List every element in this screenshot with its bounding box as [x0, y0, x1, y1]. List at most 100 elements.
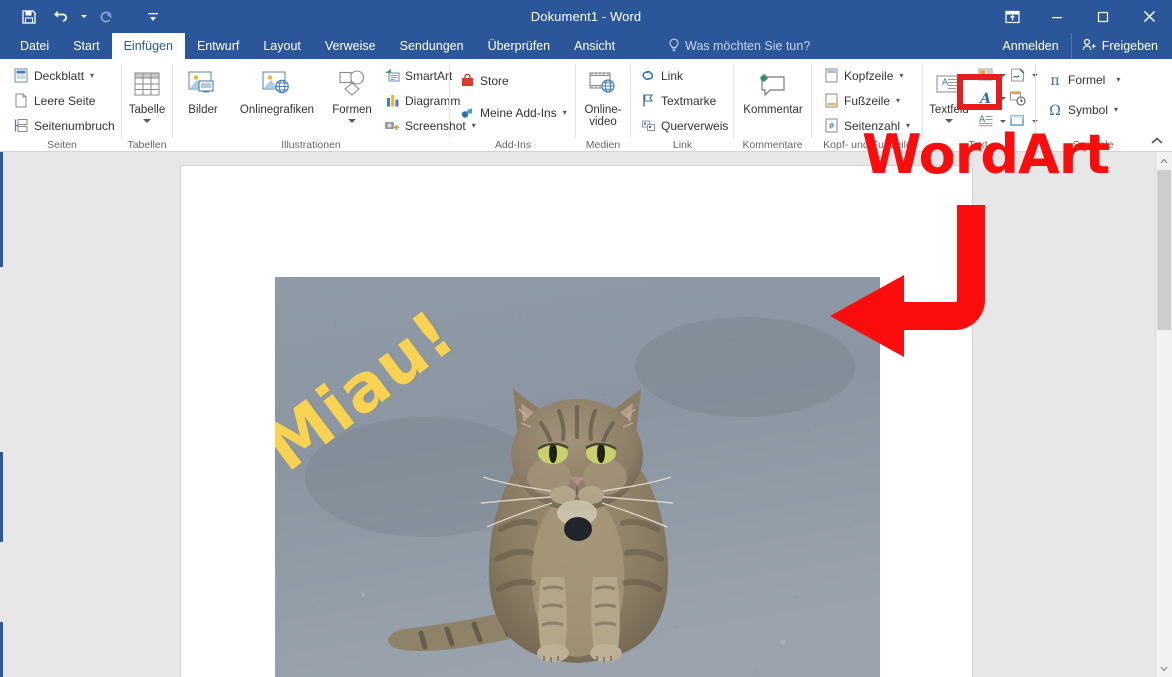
minimize-icon[interactable] [1034, 0, 1080, 33]
tab-verweise[interactable]: Verweise [313, 33, 388, 59]
header-icon [823, 68, 839, 84]
kopfzeile-button[interactable]: Kopfzeile ▾ [820, 64, 913, 87]
share-label: Freigeben [1102, 39, 1158, 53]
chevron-down-icon[interactable]: ▾ [1114, 105, 1118, 114]
chevron-down-icon[interactable]: ▾ [1116, 75, 1120, 84]
onlinevideo-button[interactable]: Online-video [574, 64, 632, 128]
formen-button[interactable]: Formen [325, 64, 379, 123]
share-button[interactable]: Freigeben [1071, 33, 1172, 59]
my-addins-icon [459, 105, 475, 121]
left-edge-scroll-strip[interactable] [0, 152, 4, 677]
screenshot-icon [384, 118, 400, 134]
tab-einfuegen[interactable]: Einfügen [112, 33, 185, 59]
inserted-picture[interactable]: Miau! [275, 277, 880, 677]
ribbon-tabs: Datei Start Einfügen Entwurf Layout Verw… [8, 33, 627, 59]
tabelle-button[interactable]: Tabelle [118, 64, 176, 123]
group-label-seiten: Seiten [4, 139, 120, 151]
group-label-addins: Add-Ins [452, 139, 574, 151]
online-pictures-icon [260, 67, 294, 101]
kommentar-button[interactable]: Kommentar [744, 64, 802, 116]
onlinegrafiken-label: Onlinegrafiken [240, 104, 314, 116]
store-button[interactable]: Store [456, 69, 570, 92]
bilder-button[interactable]: Bilder [177, 64, 229, 116]
deckblatt-label: Deckblatt [34, 69, 84, 83]
symbol-button[interactable]: Ω Symbol ▾ [1044, 98, 1123, 121]
leere-seite-button[interactable]: Leere Seite [10, 89, 118, 112]
chevron-down-icon[interactable]: ▾ [90, 71, 94, 80]
chevron-down-icon[interactable]: ▾ [563, 108, 567, 117]
store-icon [459, 73, 475, 89]
onlinegrafiken-button[interactable]: Onlinegrafiken [229, 64, 325, 116]
svg-text:A: A [942, 78, 949, 88]
account-area: Anmelden Freigeben [990, 33, 1172, 59]
fusszeile-button[interactable]: Fußzeile ▾ [820, 89, 913, 112]
ribbon-group-medien: Online-video Medien [578, 59, 628, 152]
kommentar-label: Kommentar [743, 104, 802, 116]
ribbon-group-illustrationen: Bilder Onlinegrafiken [175, 59, 447, 152]
ribbon-group-link: Link Textmarke [633, 59, 732, 152]
lightbulb-icon [668, 38, 680, 55]
maximize-icon[interactable] [1080, 0, 1126, 33]
footer-icon [823, 93, 839, 109]
link-button[interactable]: Link [637, 64, 731, 87]
querverweis-button[interactable]: Querverweis [637, 114, 731, 137]
textmarke-button[interactable]: Textmarke [637, 89, 731, 112]
tab-sendungen[interactable]: Sendungen [388, 33, 476, 59]
tell-me-search[interactable]: Was möchten Sie tun? [668, 33, 810, 59]
cat-photo [275, 277, 880, 677]
person-add-icon [1082, 38, 1097, 54]
onlinevideo-label: Online-video [574, 104, 632, 128]
window-controls [990, 0, 1172, 33]
chevron-down-icon[interactable]: ▾ [899, 71, 903, 80]
signature-line-icon[interactable] [1004, 64, 1030, 86]
formel-button[interactable]: π Formel ▾ [1044, 68, 1123, 91]
table-icon [131, 67, 163, 101]
date-time-icon[interactable] [1004, 87, 1030, 109]
seitenumbruch-button[interactable]: Seitenumbruch [10, 114, 118, 137]
bilder-label: Bilder [188, 104, 217, 116]
symbol-icon: Ω [1047, 102, 1063, 118]
meine-addins-button[interactable]: Meine Add-Ins ▾ [456, 101, 570, 124]
chart-icon [384, 93, 400, 109]
ribbon-group-seiten: Deckblatt ▾ Leere Seite [4, 59, 120, 152]
tab-ansicht[interactable]: Ansicht [562, 33, 627, 59]
ribbon-display-options-icon[interactable] [990, 0, 1034, 33]
group-separator [449, 64, 450, 138]
online-video-icon [586, 67, 620, 101]
chevron-down-icon[interactable]: ▾ [896, 96, 900, 105]
collapse-ribbon-button[interactable] [1150, 136, 1164, 149]
tab-datei[interactable]: Datei [8, 33, 61, 59]
cross-reference-icon [640, 118, 656, 134]
page-number-icon: # [823, 118, 839, 134]
tab-start[interactable]: Start [61, 33, 111, 59]
datum-uhrzeit-row[interactable] [1004, 87, 1038, 109]
scrollbar-thumb[interactable] [1157, 170, 1171, 330]
tab-ueberpruefen[interactable]: Überprüfen [476, 33, 563, 59]
formel-label: Formel [1068, 73, 1105, 87]
textmarke-label: Textmarke [661, 94, 716, 108]
tab-entwurf[interactable]: Entwurf [185, 33, 251, 59]
ribbon-group-addins: Store Meine Add-Ins ▾ Add-Ins [452, 59, 574, 152]
link-label: Link [661, 69, 683, 83]
wordart-callout-label: WordArt [862, 128, 1109, 182]
ribbon-group-kommentare: Kommentar Kommentare [736, 59, 809, 152]
scroll-down-arrow-icon[interactable] [1156, 660, 1172, 677]
chevron-down-icon[interactable] [143, 119, 151, 123]
vertical-scrollbar[interactable] [1155, 152, 1172, 677]
chevron-down-icon[interactable] [348, 119, 356, 123]
deckblatt-button[interactable]: Deckblatt ▾ [10, 64, 118, 87]
group-label-link: Link [633, 139, 732, 151]
word-window: Dokument1 - Word [0, 0, 1172, 677]
close-icon[interactable] [1126, 0, 1172, 33]
title-bar: Dokument1 - Word [0, 0, 1172, 33]
smartart-icon [384, 68, 400, 84]
smartart-label: SmartArt [405, 69, 452, 83]
tab-layout[interactable]: Layout [251, 33, 313, 59]
sign-in-button[interactable]: Anmelden [990, 33, 1070, 59]
group-label-illustrationen: Illustrationen [175, 139, 447, 151]
signaturzeile-row[interactable] [1004, 64, 1038, 86]
svg-text:Ω: Ω [1049, 103, 1061, 118]
group-separator [172, 64, 173, 138]
symbol-label: Symbol [1068, 103, 1108, 117]
scroll-up-arrow-icon[interactable] [1156, 152, 1172, 169]
